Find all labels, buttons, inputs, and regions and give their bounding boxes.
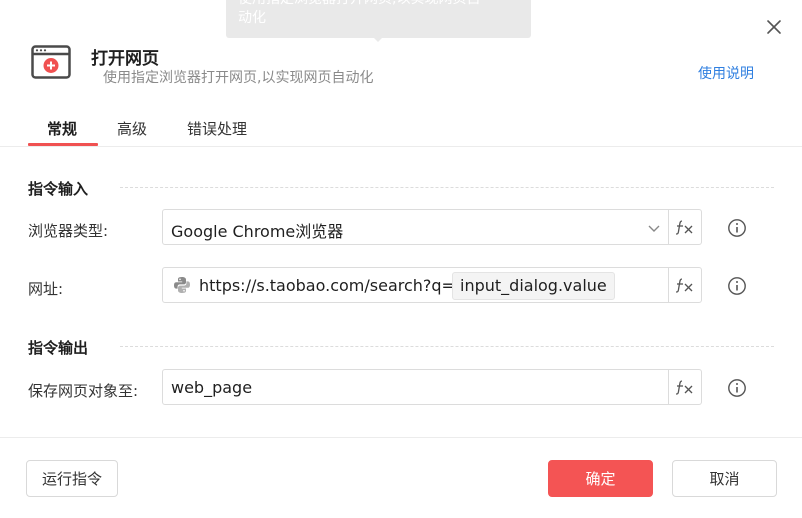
save-to-input[interactable]: web_page	[162, 369, 702, 405]
browser-window-icon	[31, 45, 71, 79]
section-divider	[120, 187, 774, 188]
tab-error-handling[interactable]: 错误处理	[187, 118, 247, 139]
tab-advanced[interactable]: 高级	[117, 118, 147, 139]
browser-type-value: Google Chrome浏览器	[171, 222, 344, 241]
save-to-label: 保存网页对象至:	[28, 382, 139, 400]
section-title-input: 指令输入	[28, 180, 89, 198]
url-input[interactable]: https://s.taobao.com/search?q= input_dia…	[162, 267, 702, 303]
cancel-button[interactable]: 取消	[672, 460, 777, 497]
section-title-output: 指令输出	[28, 339, 89, 357]
tooltip-line-2: 动化	[238, 10, 266, 26]
variable-chip[interactable]: input_dialog.value	[452, 272, 615, 300]
function-icon	[675, 380, 693, 395]
dialog-title: 打开网页	[91, 49, 159, 69]
browser-type-select[interactable]: Google Chrome浏览器	[162, 209, 702, 245]
url-value: https://s.taobao.com/search?q=	[199, 276, 455, 295]
help-link[interactable]: 使用说明	[698, 63, 754, 83]
browser-type-label: 浏览器类型:	[28, 222, 109, 240]
fx-button[interactable]	[668, 210, 701, 244]
fx-button[interactable]	[668, 370, 701, 404]
close-button[interactable]	[763, 16, 785, 38]
tooltip-arrow	[373, 37, 383, 42]
tooltip-line-1: 使用指定浏览器打开网页,以实现网页自	[238, 0, 480, 8]
footer-divider	[0, 437, 802, 438]
tooltip: 使用指定浏览器打开网页,以实现网页自 动化	[226, 0, 531, 38]
python-icon	[174, 277, 190, 293]
function-icon	[675, 278, 693, 293]
run-command-button[interactable]: 运行指令	[26, 460, 118, 497]
info-icon[interactable]	[727, 276, 747, 296]
url-label: 网址:	[28, 280, 64, 298]
function-icon	[675, 220, 693, 235]
dialog-subtitle: 使用指定浏览器打开网页,以实现网页自动化	[103, 70, 374, 86]
tab-general[interactable]: 常规	[47, 118, 77, 139]
info-icon[interactable]	[727, 218, 747, 238]
confirm-button[interactable]: 确定	[548, 460, 653, 497]
open-webpage-dialog: 使用指定浏览器打开网页,以实现网页自 动化 打开网页 使用指定浏览器打开网页,以…	[0, 0, 802, 518]
close-icon	[767, 20, 781, 34]
active-tab-indicator	[28, 143, 98, 146]
save-to-value: web_page	[171, 378, 253, 397]
chevron-down-icon	[648, 225, 660, 232]
fx-button[interactable]	[668, 268, 701, 302]
tab-bar: 常规 高级 错误处理	[0, 112, 802, 147]
section-divider	[120, 346, 774, 347]
info-icon[interactable]	[727, 378, 747, 398]
